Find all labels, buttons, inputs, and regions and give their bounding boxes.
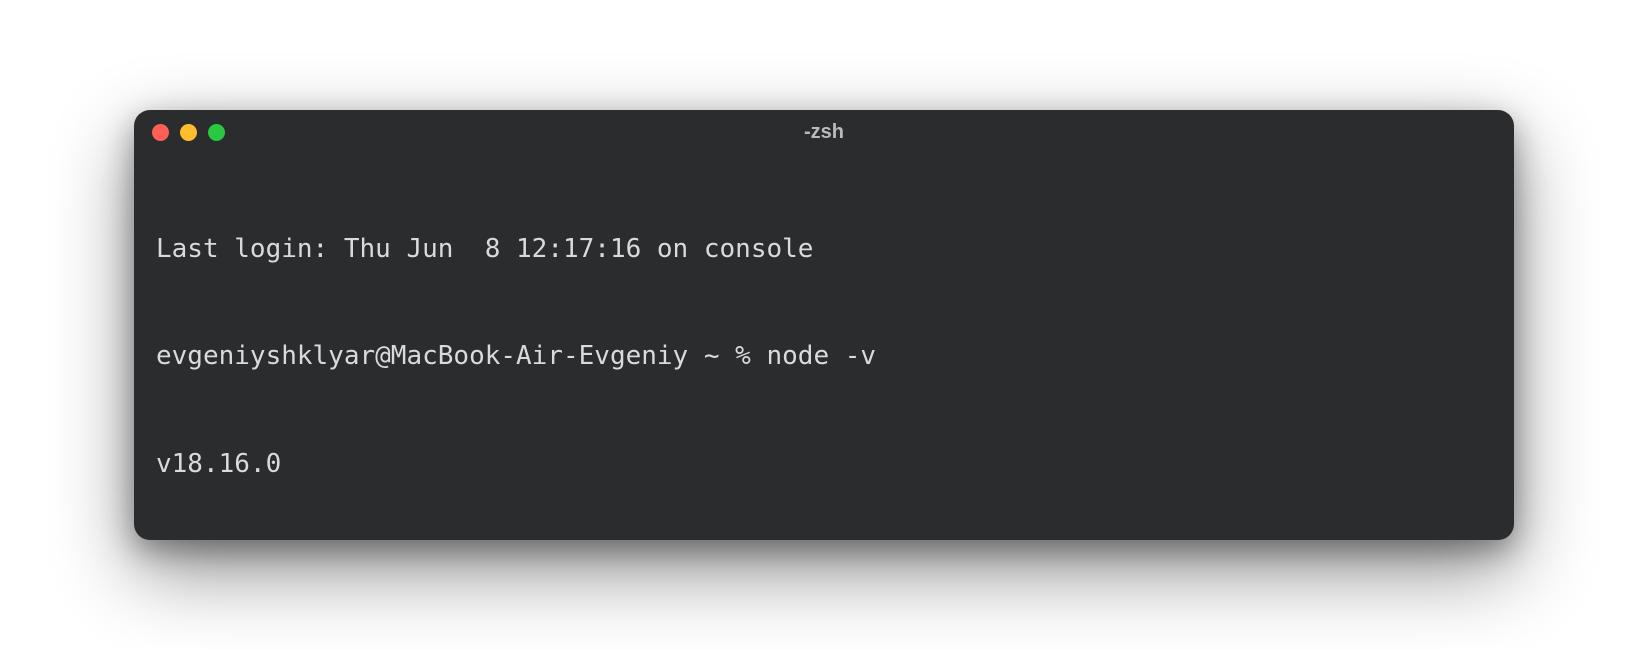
- terminal-body[interactable]: Last login: Thu Jun 8 12:17:16 on consol…: [134, 154, 1514, 540]
- window-title: -zsh: [134, 121, 1514, 144]
- minimize-icon[interactable]: [180, 124, 197, 141]
- titlebar: -zsh: [134, 110, 1514, 154]
- terminal-window: -zsh Last login: Thu Jun 8 12:17:16 on c…: [134, 110, 1514, 540]
- traffic-lights: [152, 124, 225, 141]
- close-icon[interactable]: [152, 124, 169, 141]
- terminal-line: evgeniyshklyar@MacBook-Air-Evgeniy ~ % n…: [156, 339, 1492, 375]
- terminal-line: v18.16.0: [156, 447, 1492, 483]
- maximize-icon[interactable]: [208, 124, 225, 141]
- terminal-line: Last login: Thu Jun 8 12:17:16 on consol…: [156, 232, 1492, 268]
